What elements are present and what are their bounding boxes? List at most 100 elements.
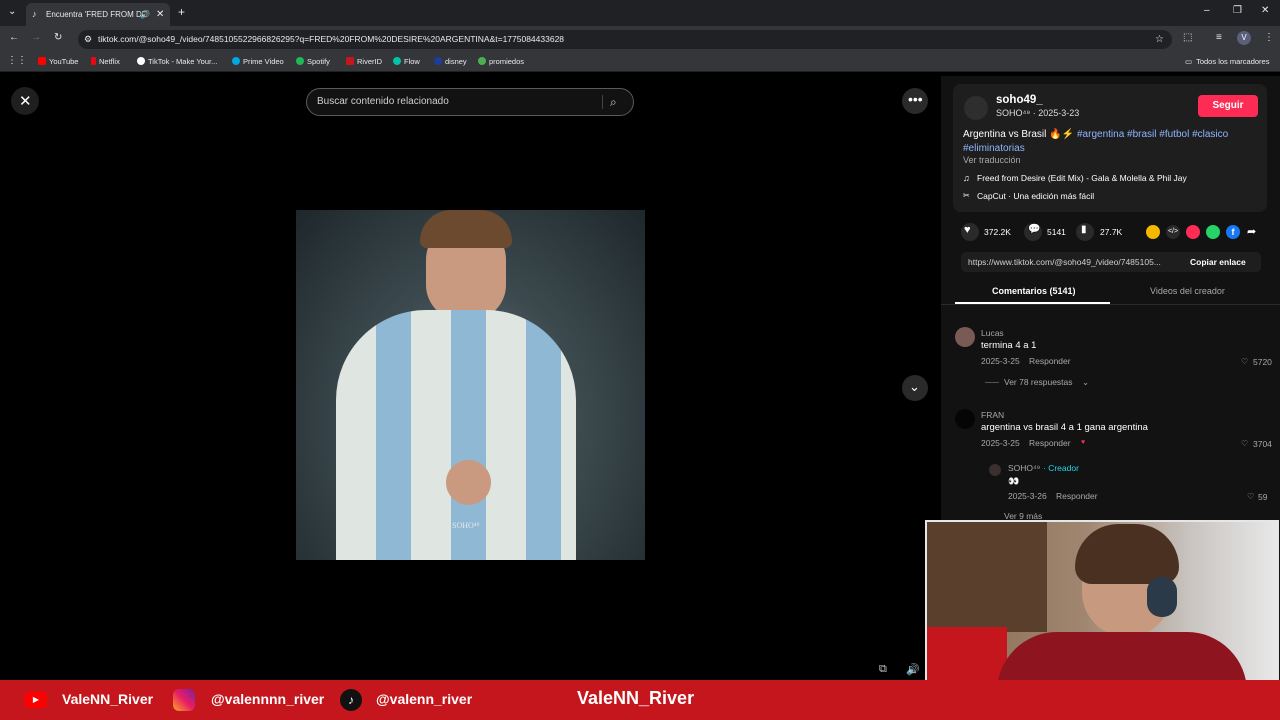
player-hair: [420, 210, 512, 248]
instagram-icon: [173, 689, 195, 711]
comment-author[interactable]: Lucas: [981, 328, 1004, 338]
comment-text: termina 4 a 1: [981, 340, 1037, 351]
maximize-icon[interactable]: ❐: [1233, 5, 1242, 16]
like-button[interactable]: ♥: [961, 223, 979, 241]
related-search-input[interactable]: Buscar contenido relacionado ⌕: [306, 88, 634, 116]
reply-like-icon[interactable]: ♡: [1247, 492, 1254, 501]
reply-author[interactable]: SOHO⁴⁹: [1008, 463, 1040, 473]
share-icon[interactable]: ➦: [1247, 225, 1256, 238]
send-icon[interactable]: [1186, 225, 1200, 239]
back-icon[interactable]: ←: [9, 32, 19, 43]
reply-text: 👀: [1008, 476, 1020, 486]
creator-liked-icon: ♥: [1081, 439, 1086, 446]
flow-icon: [393, 57, 401, 65]
comment-reply-button[interactable]: Responder: [1029, 356, 1071, 366]
prime-video-icon: [232, 57, 240, 65]
hashtags-line-2[interactable]: #eliminatorias: [963, 143, 1025, 154]
webcam-shelf: [927, 522, 1047, 632]
creator-username[interactable]: soho49_: [996, 94, 1043, 106]
whatsapp-icon[interactable]: [1206, 225, 1220, 239]
comment-author[interactable]: FRAN: [981, 410, 1004, 420]
forward-icon[interactable]: →: [31, 32, 41, 43]
facebook-icon[interactable]: f: [1226, 225, 1240, 239]
video-link[interactable]: https://www.tiktok.com/@soho49_/video/74…: [968, 257, 1161, 267]
comment-icon: 💬: [1028, 224, 1041, 235]
follow-label: Seguir: [1212, 100, 1244, 111]
translate-link[interactable]: Ver traducción: [963, 155, 1021, 165]
video-player[interactable]: SOHO⁴⁹: [296, 210, 645, 560]
hashtags-line-1[interactable]: #argentina #brasil #futbol #clasico: [1077, 129, 1228, 140]
menu-icon[interactable]: ⋮: [1264, 32, 1274, 43]
save-button[interactable]: ▮: [1076, 223, 1094, 241]
comment-avatar[interactable]: [955, 327, 975, 347]
bookmark-spotify[interactable]: Spotify: [296, 57, 330, 66]
tab-comments[interactable]: Comentarios (5141): [992, 286, 1076, 296]
bookmark-disney[interactable]: disney: [434, 57, 467, 66]
comment-button[interactable]: 💬: [1024, 223, 1042, 241]
tab-audio-icon[interactable]: 🔊: [140, 3, 150, 26]
capcut-link[interactable]: CapCut · Una edición más fácil: [977, 191, 1094, 201]
more-icon: •••: [908, 91, 923, 107]
comment-like-icon[interactable]: ♡: [1241, 357, 1248, 366]
reply-like-count: 59: [1258, 492, 1268, 502]
avatar[interactable]: V: [1237, 31, 1251, 45]
repost-icon[interactable]: [1146, 225, 1160, 239]
reload-icon[interactable]: ↻: [54, 32, 62, 43]
close-video-button[interactable]: ✕: [11, 87, 39, 115]
miniplayer-icon[interactable]: ⧉: [879, 663, 887, 676]
minimize-icon[interactable]: –: [1204, 5, 1210, 16]
bookmark-prime-video[interactable]: Prime Video: [232, 57, 284, 66]
bookmark-netflix[interactable]: Netflix: [91, 57, 120, 66]
bookmark-promiedos[interactable]: promiedos: [478, 57, 524, 66]
spotify-icon: [296, 57, 304, 65]
bookmark-riverid[interactable]: RiverID: [346, 57, 382, 66]
tab-title: Encuentra 'FRED FROM DE: [46, 10, 148, 19]
view-replies-button[interactable]: Ver 78 respuestas: [1004, 377, 1073, 387]
all-bookmarks[interactable]: ▭ Todos los marcadores: [1185, 57, 1269, 66]
search-icon[interactable]: ⌕: [610, 89, 617, 115]
follow-button[interactable]: Seguir: [1198, 95, 1258, 117]
music-title[interactable]: Freed from Desire (Edit Mix) - Gala & Mo…: [977, 173, 1187, 183]
browser-tab-strip: ⌄ ♪ Encuentra 'FRED FROM DE 🔊 ✕ + – ❐ ✕: [0, 0, 1280, 26]
creator-subline: SOHO⁴⁹ · 2025-3-23: [996, 108, 1080, 118]
site-info-icon[interactable]: ⚙: [84, 30, 92, 49]
reply-reply-button[interactable]: Responder: [1056, 491, 1098, 501]
reply-avatar[interactable]: [989, 464, 1001, 476]
browser-tab[interactable]: ♪ Encuentra 'FRED FROM DE 🔊 ✕: [26, 3, 170, 26]
next-video-button[interactable]: ⌄: [902, 375, 928, 401]
disney-icon: [434, 57, 442, 65]
tab-divider: [941, 304, 1280, 305]
more-options-button[interactable]: •••: [902, 88, 928, 114]
address-bar[interactable]: ⚙ tiktok.com/@soho49_/video/748510552296…: [78, 30, 1172, 49]
video-watermark: SOHO⁴⁹: [452, 521, 480, 530]
bookmark-flow[interactable]: Flow: [393, 57, 420, 66]
tiktok-favicon-icon: ♪: [32, 9, 37, 19]
banner-center-name: ValeNN_River: [577, 688, 695, 708]
comment-text: argentina vs brasil 4 a 1 gana argentina: [981, 422, 1148, 433]
media-icon[interactable]: ≡: [1216, 32, 1222, 43]
extensions-icon[interactable]: ⬚: [1183, 32, 1192, 43]
comment-like-icon[interactable]: ♡: [1241, 439, 1248, 448]
comment-avatar[interactable]: [955, 409, 975, 429]
apps-icon[interactable]: ⋮⋮: [7, 55, 27, 66]
chevron-down-icon: ⌄: [909, 379, 920, 394]
banner-youtube-handle: ValeNN_River: [62, 691, 154, 707]
comment-reply-button[interactable]: Responder: [1029, 438, 1071, 448]
tab-search-icon[interactable]: ⌄: [8, 6, 16, 17]
tab-creator-videos[interactable]: Videos del creador: [1150, 286, 1225, 296]
bookmark-tiktok[interactable]: TikTok - Make Your...: [137, 57, 217, 66]
new-tab-icon[interactable]: +: [178, 5, 185, 19]
creator-avatar[interactable]: [964, 96, 988, 120]
copy-link-button[interactable]: Copiar enlace: [1190, 257, 1246, 267]
volume-icon[interactable]: 🔊: [906, 663, 920, 676]
bookmark-star-icon[interactable]: ☆: [1155, 30, 1164, 49]
embed-icon[interactable]: </>: [1166, 225, 1180, 239]
tab-close-icon[interactable]: ✕: [156, 3, 164, 26]
bookmarks-bar: ⋮⋮ YouTube Netflix TikTok - Make Your...…: [0, 52, 1280, 72]
save-count: 27.7K: [1100, 227, 1123, 237]
tiktok-icon: [137, 57, 145, 65]
close-window-icon[interactable]: ✕: [1261, 5, 1269, 16]
comment-date: 2025-3-25: [981, 356, 1020, 366]
bookmark-youtube[interactable]: YouTube: [38, 57, 78, 66]
comment-date: 2025-3-25: [981, 438, 1020, 448]
